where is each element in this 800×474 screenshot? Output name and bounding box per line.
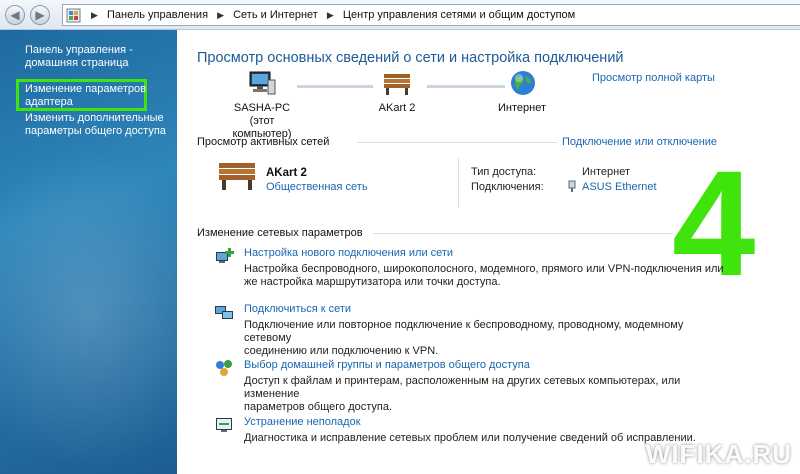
main-content: 4 Просмотр основных сведений о сети и на… <box>177 30 800 474</box>
sidebar-item-home[interactable]: Панель управления - домашняя страница <box>25 44 133 70</box>
network-type-link[interactable]: Общественная сеть <box>266 181 368 193</box>
task-new-connection-desc: Настройка беспроводного, широкополосного… <box>244 263 724 288</box>
divider <box>357 142 557 143</box>
divider <box>458 158 459 208</box>
change-settings-header: Изменение сетевых параметров <box>197 227 363 239</box>
site-watermark: WIFIKA.RU <box>645 439 792 469</box>
control-panel-icon <box>66 8 81 23</box>
address-box[interactable]: ▶ Панель управления ▶ Сеть и Интернет ▶ … <box>62 4 800 26</box>
chevron-right-icon: ▶ <box>91 10 98 20</box>
task-connect-link[interactable]: Подключиться к сети <box>244 303 351 315</box>
connect-network-icon <box>215 306 233 319</box>
connections-label: Подключения: <box>471 181 544 193</box>
task-troubleshoot-link[interactable]: Устранение неполадок <box>244 416 361 428</box>
globe-icon <box>511 71 535 95</box>
task-connect-desc: Подключение или повторное подключение к … <box>244 319 684 357</box>
chevron-right-icon: ▶ <box>326 10 334 20</box>
connect-disconnect-link[interactable]: Подключение или отключение <box>562 136 717 148</box>
network-name: AKart 2 <box>266 167 307 179</box>
bench-icon <box>384 74 410 95</box>
forward-button[interactable]: ▶ <box>30 5 50 25</box>
bench-icon <box>219 163 255 190</box>
map-internet-label: Интернет <box>498 102 546 114</box>
homegroup-icon <box>216 360 232 376</box>
breadcrumb-network-internet[interactable]: Сеть и Интернет <box>233 9 318 21</box>
map-line <box>297 85 373 88</box>
full-map-link[interactable]: Просмотр полной карты <box>592 72 715 84</box>
access-type-value: Интернет <box>582 166 630 178</box>
divider <box>373 233 673 234</box>
task-homegroup-desc: Доступ к файлам и принтерам, расположенн… <box>244 375 681 413</box>
task-new-connection-link[interactable]: Настройка нового подключения или сети <box>244 247 453 259</box>
breadcrumb-network-center[interactable]: Центр управления сетями и общим доступом <box>343 9 575 21</box>
connections-link[interactable]: ASUS Ethernet <box>582 181 657 193</box>
map-line <box>427 85 505 88</box>
sidebar-item-adapter-settings[interactable]: Изменение параметров адаптера <box>25 83 146 109</box>
breadcrumb-control-panel[interactable]: Панель управления <box>107 9 208 21</box>
address-bar: ◀ ▶ ▶ Панель управления ▶ Сеть и Интерне… <box>0 0 800 30</box>
active-networks-header: Просмотр активных сетей <box>197 136 330 148</box>
sidebar-item-sharing-settings[interactable]: Изменить дополнительные параметры общего… <box>25 112 166 138</box>
breadcrumb: ▶ Панель управления ▶ Сеть и Интернет ▶ … <box>85 9 575 21</box>
annotation-number: 4 <box>672 139 756 307</box>
task-homegroup-link[interactable]: Выбор домашней группы и параметров общег… <box>244 359 530 371</box>
page-title: Просмотр основных сведений о сети и наст… <box>197 50 624 66</box>
chevron-right-icon: ▶ <box>217 10 225 20</box>
new-connection-icon <box>216 248 234 263</box>
access-type-label: Тип доступа: <box>471 166 537 178</box>
troubleshoot-icon <box>216 418 232 432</box>
computer-icon <box>249 71 276 95</box>
left-pane: Панель управления - домашняя страница Из… <box>0 30 177 474</box>
back-button[interactable]: ◀ <box>5 5 25 25</box>
ethernet-icon <box>568 180 576 192</box>
map-network-label: AKart 2 <box>378 102 416 114</box>
